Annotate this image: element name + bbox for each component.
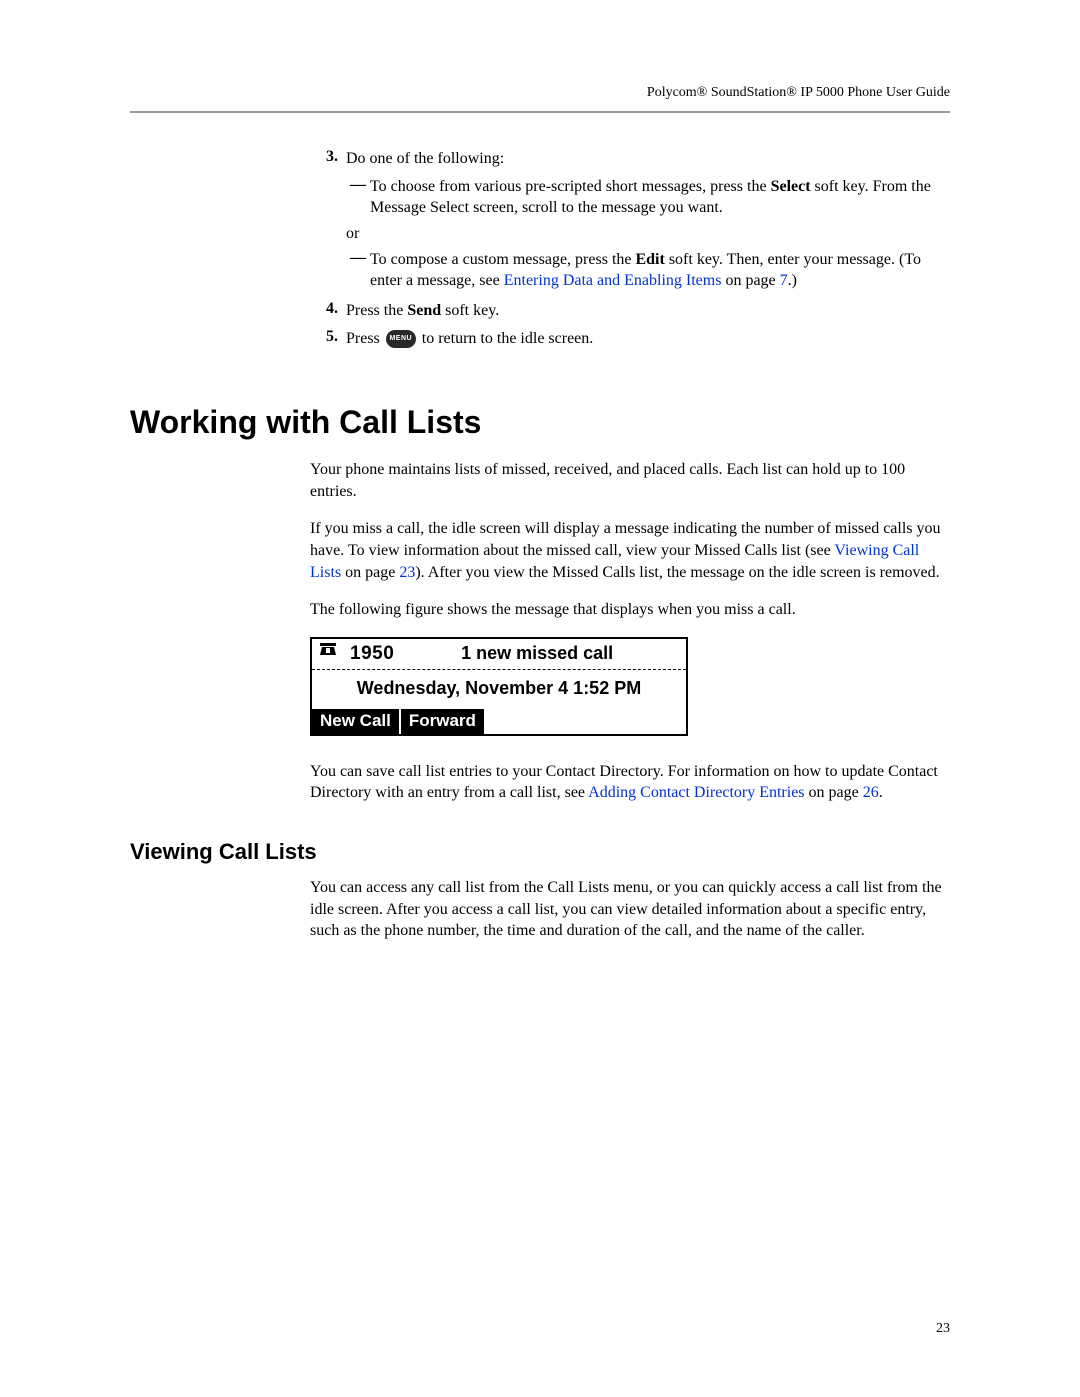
select-softkey-label: Select <box>771 178 811 195</box>
step-body: Press MENU to return to the idle screen. <box>346 328 593 350</box>
heading-viewing-call-lists: Viewing Call Lists <box>130 839 950 865</box>
link-adding-contacts[interactable]: Adding Contact Directory Entries <box>588 784 804 801</box>
phone-softkey-row: New Call Forward <box>312 709 686 734</box>
phone-icon <box>318 642 340 665</box>
step-body: Do one of the following: <box>346 148 504 170</box>
step-4: 4. Press the Send soft key. <box>310 300 950 322</box>
softkey-new-call: New Call <box>312 709 401 734</box>
page-number: 23 <box>936 1321 950 1337</box>
step-number: 5. <box>310 328 346 350</box>
phone-screen-figure: 1950 1 new missed call Wednesday, Novemb… <box>310 637 688 736</box>
step-3-option-1: — To choose from various pre-scripted sh… <box>346 176 950 219</box>
text: on page <box>341 564 399 581</box>
page-header: Polycom® SoundStation® IP 5000 Phone Use… <box>130 85 950 101</box>
softkey-forward: Forward <box>401 709 486 734</box>
text: on page <box>721 272 779 289</box>
phone-missed-call-text: 1 new missed call <box>394 643 680 664</box>
paragraph: Your phone maintains lists of missed, re… <box>310 459 950 502</box>
heading-working-with-call-lists: Working with Call Lists <box>130 404 950 441</box>
text: soft key. <box>441 302 499 319</box>
link-page-23[interactable]: 23 <box>399 564 415 581</box>
phone-extension: 1950 <box>350 643 394 665</box>
step-body: Press the Send soft key. <box>346 300 499 322</box>
step-3-option-2: — To compose a custom message, press the… <box>346 249 950 292</box>
paragraph: If you miss a call, the idle screen will… <box>310 518 950 583</box>
edit-softkey-label: Edit <box>635 251 664 268</box>
option-text: To compose a custom message, press the E… <box>370 249 950 292</box>
paragraph: The following figure shows the message t… <box>310 599 950 621</box>
text: .) <box>788 272 797 289</box>
step-number: 4. <box>310 300 346 322</box>
or-separator: or <box>346 225 950 243</box>
link-entering-data[interactable]: Entering Data and Enabling Items <box>504 272 722 289</box>
paragraph: You can save call list entries to your C… <box>310 761 950 804</box>
text: to return to the idle screen. <box>418 330 594 347</box>
menu-button-icon: MENU <box>386 330 416 348</box>
option-text: To choose from various pre-scripted shor… <box>370 176 950 219</box>
text: on page <box>805 784 863 801</box>
send-softkey-label: Send <box>407 302 441 319</box>
header-rule <box>130 111 950 113</box>
text: ). After you view the Missed Calls list,… <box>415 564 939 581</box>
step-3: 3. Do one of the following: <box>310 148 950 170</box>
paragraph: You can access any call list from the Ca… <box>310 877 950 942</box>
step-5: 5. Press MENU to return to the idle scre… <box>310 328 950 350</box>
step-number: 3. <box>310 148 346 170</box>
dash-icon: — <box>346 176 370 219</box>
link-page-7[interactable]: 7 <box>780 272 788 289</box>
text: To choose from various pre-scripted shor… <box>370 178 771 195</box>
text: Press the <box>346 302 407 319</box>
text: Press <box>346 330 384 347</box>
phone-status-bar: 1950 1 new missed call <box>312 639 686 670</box>
link-page-26[interactable]: 26 <box>863 784 879 801</box>
text: To compose a custom message, press the <box>370 251 635 268</box>
phone-datetime: Wednesday, November 4 1:52 PM <box>312 670 686 709</box>
dash-icon: — <box>346 249 370 292</box>
text: . <box>879 784 883 801</box>
